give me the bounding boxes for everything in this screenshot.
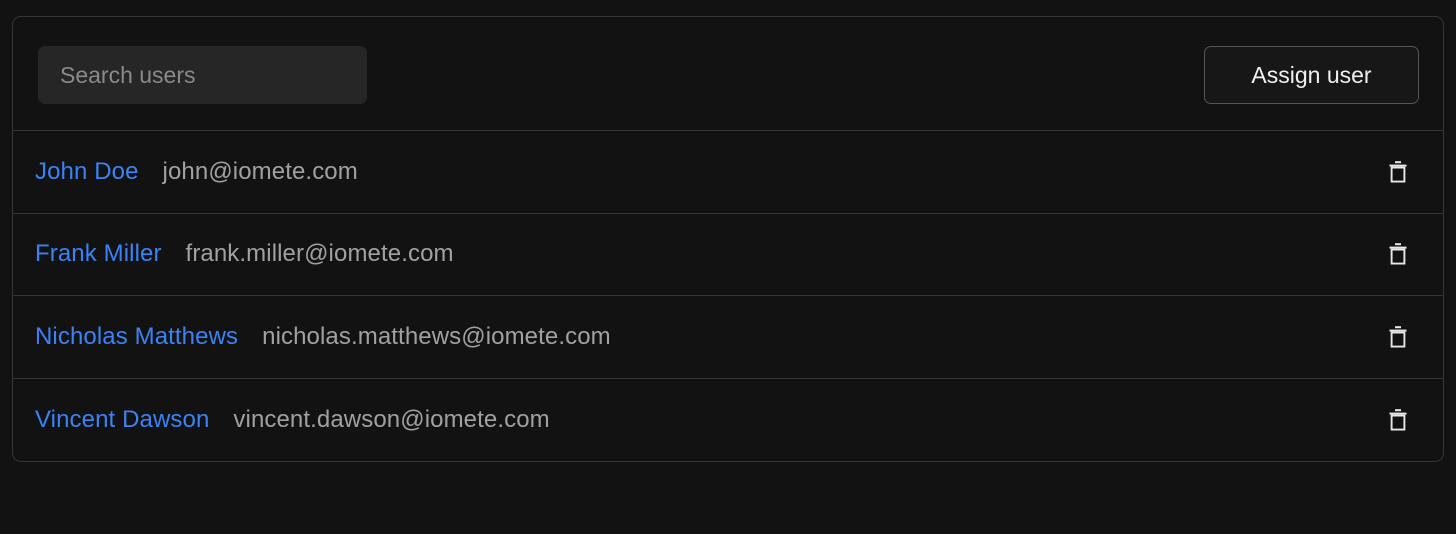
user-email: john@iomete.com — [162, 157, 358, 185]
table-row: Frank Miller frank.miller@iomete.com — [13, 214, 1443, 296]
table-row: John Doe john@iomete.com — [13, 131, 1443, 214]
delete-user-button[interactable] — [1379, 153, 1417, 191]
search-input[interactable] — [38, 46, 367, 104]
user-email: frank.miller@iomete.com — [185, 240, 454, 268]
assigned-users-card: Assign user John Doe john@iomete.com — [12, 16, 1444, 462]
user-name-link[interactable]: Nicholas Matthews — [35, 323, 238, 351]
trash-icon — [1387, 242, 1409, 266]
trash-icon — [1387, 160, 1409, 184]
user-name-link[interactable]: Frank Miller — [35, 240, 162, 268]
delete-user-button[interactable] — [1379, 401, 1417, 439]
card-toolbar: Assign user — [13, 17, 1443, 131]
user-list: John Doe john@iomete.com Frank Miller fr… — [13, 131, 1443, 461]
delete-user-button[interactable] — [1379, 318, 1417, 356]
user-name-link[interactable]: Vincent Dawson — [35, 406, 209, 434]
user-email: vincent.dawson@iomete.com — [233, 405, 550, 433]
user-name-link[interactable]: John Doe — [35, 158, 139, 186]
table-row: Nicholas Matthews nicholas.matthews@iome… — [13, 296, 1443, 379]
page-root: Assign user John Doe john@iomete.com — [0, 0, 1456, 534]
delete-user-button[interactable] — [1379, 235, 1417, 273]
user-email: nicholas.matthews@iomete.com — [262, 322, 611, 350]
table-row: Vincent Dawson vincent.dawson@iomete.com — [13, 379, 1443, 462]
trash-icon — [1387, 325, 1409, 349]
trash-icon — [1387, 408, 1409, 432]
assign-user-button[interactable]: Assign user — [1204, 46, 1419, 104]
